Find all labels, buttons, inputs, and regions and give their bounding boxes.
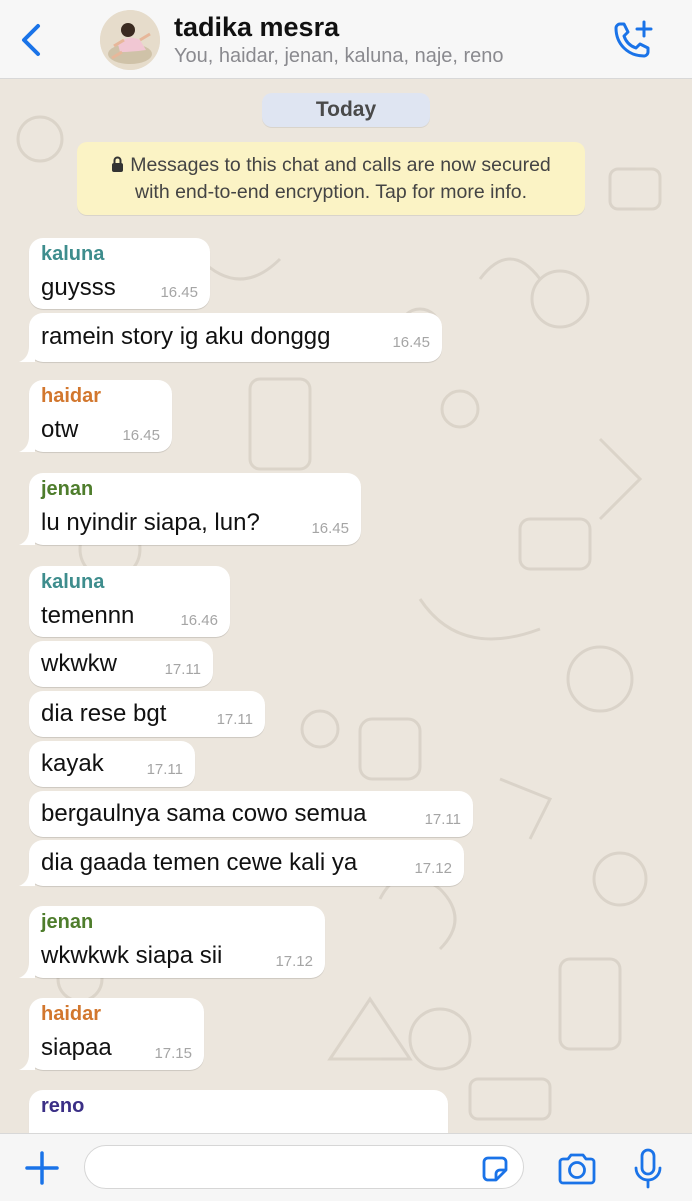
group-members[interactable]: You, haidar, jenan, kaluna, naje, reno: [174, 45, 504, 68]
message-text: dia gaada temen cewe kali ya: [41, 849, 358, 876]
message-text: otw: [41, 416, 79, 443]
message-sender: haidar: [41, 1003, 102, 1025]
message-bubble[interactable]: jenan lu nyindir siapa, lun? 16.45: [19, 473, 361, 545]
chat-title[interactable]: tadika mesra: [174, 12, 339, 43]
message-time: 17.12: [414, 860, 452, 877]
message-text: wkwkw: [41, 650, 117, 677]
composer-bar: [0, 1133, 692, 1201]
message-sender: jenan: [41, 478, 94, 500]
message-text: guysss: [41, 274, 116, 301]
plus-icon[interactable]: [24, 1150, 60, 1186]
message-text: bergaulnya sama cowo semua: [41, 800, 367, 827]
bubble-tail: [19, 436, 35, 452]
message-time: 17.15: [154, 1045, 192, 1062]
message-bubble[interactable]: haidar otw 16.45: [19, 380, 172, 452]
message-bubble[interactable]: kaluna temennn 16.46: [29, 566, 230, 637]
message-bubble[interactable]: ramein story ig aku donggg 16.45: [19, 313, 442, 362]
encryption-notice[interactable]: Messages to this chat and calls are now …: [77, 142, 585, 215]
encryption-line-1: Messages to this chat and calls are now …: [77, 152, 585, 179]
message-time: 17.11: [424, 811, 461, 828]
encryption-text-1: Messages to this chat and calls are now …: [130, 154, 551, 176]
message-bubble[interactable]: bergaulnya sama cowo semua 17.11: [29, 791, 473, 837]
message-sender: kaluna: [41, 571, 105, 593]
message-sender: reno: [41, 1095, 85, 1117]
bubble-tail: [19, 1054, 35, 1070]
message-text: ramein story ig aku donggg: [41, 323, 331, 350]
message-bubble[interactable]: kayak 17.11: [29, 741, 195, 787]
camera-icon[interactable]: [556, 1152, 598, 1186]
group-avatar[interactable]: [100, 10, 160, 70]
message-time: 16.46: [180, 612, 218, 629]
avatar-photo: [100, 10, 160, 70]
message-time: 16.45: [122, 427, 160, 444]
chat-header: tadika mesra You, haidar, jenan, kaluna,…: [0, 0, 692, 79]
message-text: lu nyindir siapa, lun?: [41, 509, 260, 536]
date-divider: Today: [262, 93, 430, 127]
lock-icon: [112, 156, 124, 172]
bubble-tail: [19, 870, 35, 886]
message-text: temennn: [41, 602, 135, 629]
message-input[interactable]: [84, 1145, 524, 1189]
message-time: 16.45: [311, 520, 349, 537]
message-list[interactable]: Today Messages to this chat and calls ar…: [0, 79, 692, 1133]
message-bubble[interactable]: kaluna guysss 16.45: [29, 238, 210, 309]
message-bubble[interactable]: dia gaada temen cewe kali ya 17.12: [19, 840, 464, 886]
message-time: 17.11: [146, 761, 183, 778]
message-sender: jenan: [41, 911, 94, 933]
bubble-tail: [19, 962, 35, 978]
message-bubble[interactable]: dia rese bgt 17.11: [29, 691, 265, 737]
add-call-icon[interactable]: [610, 20, 656, 62]
message-text: wkwkwk siapa sii: [41, 942, 223, 969]
message-sender: kaluna: [41, 243, 105, 265]
message-time: 17.12: [275, 953, 313, 970]
message-time: 16.45: [160, 284, 198, 301]
message-time: 16.45: [392, 334, 430, 351]
message-time: 17.11: [216, 711, 253, 728]
message-text: kayak: [41, 750, 104, 777]
message-text: siapaa: [41, 1034, 112, 1061]
message-bubble[interactable]: haidar siapaa 17.15: [19, 998, 204, 1070]
bubble-tail: [19, 346, 35, 362]
message-sender: haidar: [41, 385, 102, 407]
message-bubble[interactable]: jenan wkwkwk siapa sii 17.12: [19, 906, 325, 978]
encryption-line-2: with end-to-end encryption. Tap for more…: [134, 181, 528, 203]
message-time: 17.11: [164, 661, 201, 678]
sticker-icon[interactable]: [480, 1154, 510, 1184]
bubble-tail: [19, 529, 35, 545]
chevron-left-icon[interactable]: [16, 20, 50, 60]
message-bubble[interactable]: wkwkw 17.11: [29, 641, 213, 687]
microphone-icon[interactable]: [632, 1148, 664, 1190]
message-text: dia rese bgt: [41, 700, 167, 727]
message-bubble[interactable]: reno: [29, 1090, 448, 1133]
